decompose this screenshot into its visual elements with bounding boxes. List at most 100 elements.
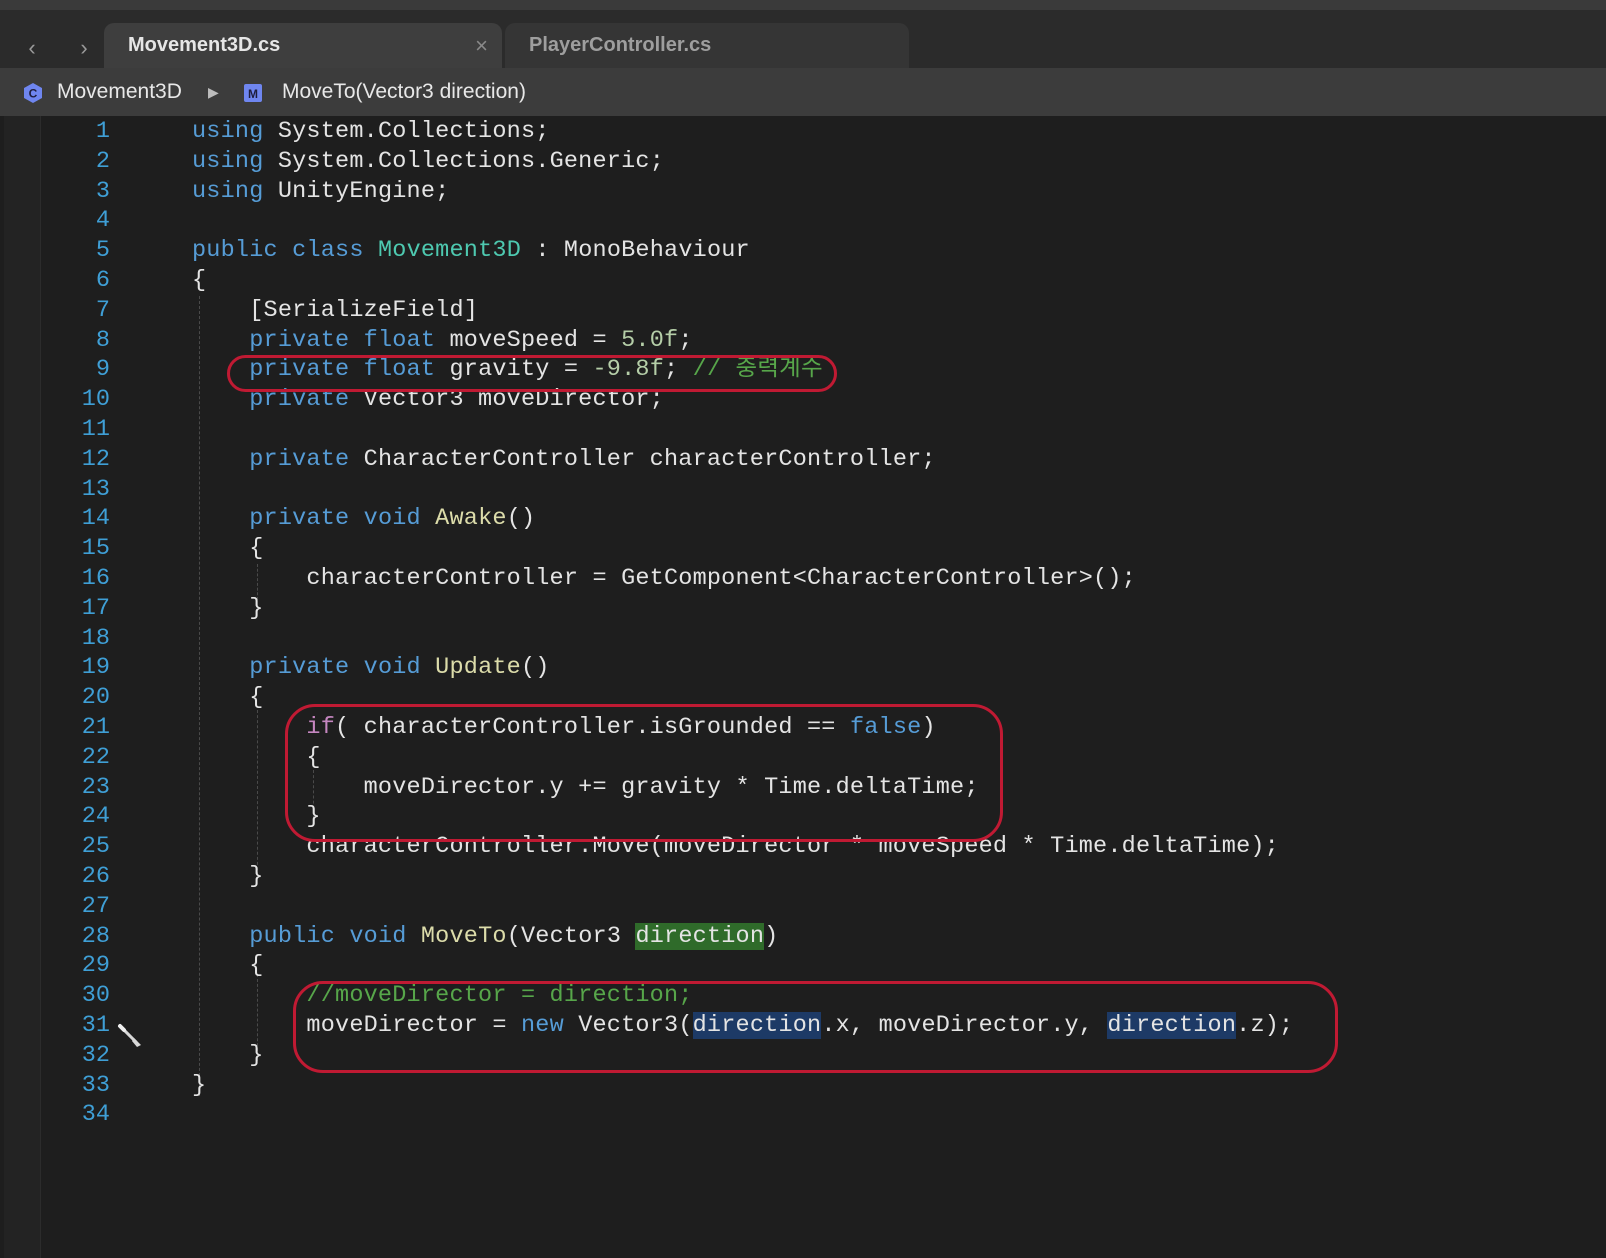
code-line[interactable]: 34: [0, 1100, 1606, 1130]
window-top-strip: [0, 0, 1606, 10]
code-text: }: [192, 594, 264, 624]
breadcrumb-class[interactable]: Movement3D: [57, 68, 182, 116]
code-line[interactable]: 29 {: [0, 951, 1606, 981]
code-text: {: [192, 683, 264, 713]
code-text: private void Update(): [192, 653, 550, 683]
code-line[interactable]: 28 public void MoveTo(Vector3 direction): [0, 922, 1606, 952]
code-token: {: [192, 684, 264, 712]
line-number: 5: [95, 237, 110, 265]
line-number: 29: [81, 952, 110, 980]
code-text: [SerializeField]: [192, 296, 478, 326]
code-line[interactable]: 15 {: [0, 534, 1606, 564]
code-token: private: [192, 505, 350, 533]
code-token: [SerializeField]: [192, 296, 479, 324]
tab-label: Movement3D.cs: [128, 34, 281, 56]
breadcrumb-method[interactable]: MoveTo(Vector3 direction): [282, 68, 526, 116]
line-number: 24: [81, 803, 110, 831]
code-line[interactable]: 26 }: [0, 862, 1606, 892]
method-icon: M: [244, 84, 262, 102]
code-line[interactable]: 1 using System.Collections;: [0, 117, 1606, 147]
line-number: 17: [81, 594, 110, 622]
code-line[interactable]: 12 private CharacterController character…: [0, 445, 1606, 475]
code-token: void: [363, 654, 421, 682]
code-token: {: [192, 267, 207, 294]
code-line[interactable]: 4: [0, 206, 1606, 236]
code-line[interactable]: 2 using System.Collections.Generic;: [0, 147, 1606, 177]
line-number: 3: [95, 177, 110, 205]
forward-nav-button[interactable]: ›: [72, 36, 96, 60]
line-number: 6: [95, 267, 110, 294]
pencil-edit-icon[interactable]: [116, 1022, 144, 1050]
code-line[interactable]: 14 private void Awake(): [0, 504, 1606, 534]
line-number: 33: [81, 1071, 110, 1099]
line-number: 2: [95, 147, 110, 175]
tab-label: PlayerController.cs: [529, 34, 712, 56]
code-token: class: [292, 237, 364, 265]
code-line[interactable]: 18: [0, 624, 1606, 654]
code-token: {: [192, 535, 264, 563]
code-line[interactable]: 16 characterController = GetComponent<Ch…: [0, 564, 1606, 594]
code-text: }: [192, 862, 264, 892]
line-number: 25: [81, 833, 110, 861]
line-number: 20: [81, 684, 110, 712]
code-text: using UnityEngine;: [192, 177, 449, 207]
code-text: using System.Collections.Generic;: [192, 147, 664, 177]
code-line[interactable]: 5 public class Movement3D : MonoBehaviour: [0, 236, 1606, 266]
tab-playercontroller[interactable]: PlayerController.cs: [505, 23, 909, 68]
code-line[interactable]: 33}: [0, 1071, 1606, 1101]
code-line[interactable]: 3 using UnityEngine;: [0, 177, 1606, 207]
code-token: void: [363, 505, 421, 533]
highlight-moveto-body: [293, 981, 1338, 1073]
code-token: public: [192, 237, 278, 265]
line-number: 34: [81, 1101, 110, 1129]
highlight-gravity-block: [285, 704, 1003, 842]
code-text: {: [192, 951, 264, 981]
breadcrumb: C Movement3D ▶ M MoveTo(Vector3 directio…: [0, 68, 1606, 116]
highlight-gravity-line: [227, 355, 837, 392]
code-token: }: [192, 1041, 264, 1069]
code-line[interactable]: 19 private void Update(): [0, 653, 1606, 683]
tab-movement3d[interactable]: Movement3D.cs ×: [104, 23, 502, 68]
code-token: private: [192, 654, 350, 682]
line-number: 13: [81, 475, 110, 503]
line-number: 1: [95, 118, 110, 145]
code-token: Update: [435, 654, 521, 682]
line-number: 32: [81, 1041, 110, 1069]
close-icon[interactable]: ×: [475, 23, 488, 68]
code-text: private float moveSpeed = 5.0f;: [192, 326, 693, 356]
line-number: 8: [95, 326, 110, 354]
line-number: 11: [81, 416, 110, 443]
line-number: 18: [81, 624, 110, 652]
code-text: public class Movement3D : MonoBehaviour: [192, 236, 750, 266]
back-nav-button[interactable]: ‹: [20, 36, 44, 60]
code-token: MoveTo: [420, 922, 507, 950]
code-line[interactable]: 27: [0, 892, 1606, 922]
code-text: }: [192, 1041, 264, 1071]
code-token: ;: [678, 326, 693, 354]
code-token: using: [192, 118, 264, 145]
line-number: 23: [81, 773, 110, 801]
code-token: private: [192, 326, 350, 354]
code-token: {: [192, 952, 264, 980]
code-token: using: [192, 177, 264, 205]
line-number: 4: [95, 207, 110, 235]
line-number: 15: [81, 535, 110, 563]
code-token: ): [764, 922, 779, 950]
code-text: characterController = GetComponent<Chara…: [192, 564, 1136, 594]
line-number: 30: [81, 982, 110, 1010]
code-token: void: [349, 922, 407, 950]
line-number: 12: [81, 445, 110, 473]
code-line[interactable]: 13: [0, 475, 1606, 505]
highlighted-symbol: direction: [635, 922, 765, 950]
code-token: Awake: [435, 505, 507, 533]
code-line[interactable]: 6{: [0, 266, 1606, 296]
code-text: public void MoveTo(Vector3 direction): [192, 922, 778, 952]
code-line[interactable]: 11: [0, 415, 1606, 445]
code-line[interactable]: 17 }: [0, 594, 1606, 624]
code-line[interactable]: 7 [SerializeField]: [0, 296, 1606, 326]
code-line[interactable]: 8 private float moveSpeed = 5.0f;: [0, 326, 1606, 356]
code-text: private void Awake(): [192, 504, 535, 534]
chevron-right-icon: ›: [80, 35, 88, 60]
line-number: 10: [81, 386, 110, 414]
line-number: 7: [95, 296, 110, 324]
